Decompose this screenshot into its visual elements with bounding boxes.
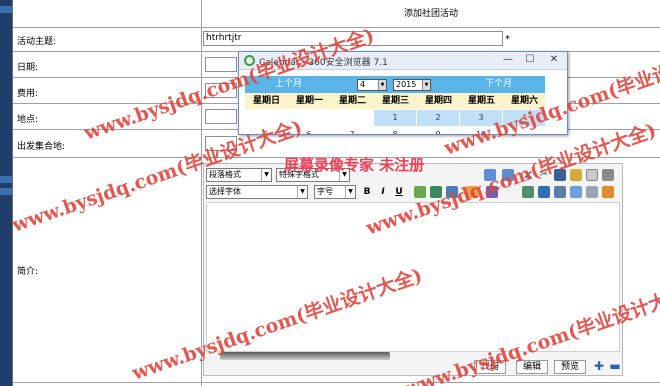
calendar-week-row: 5 6 7 8 9 10 — [245, 127, 545, 134]
cost-input[interactable] — [205, 83, 237, 98]
italic-button[interactable]: I — [376, 185, 390, 199]
about-icon[interactable] — [602, 186, 614, 198]
tab-edit[interactable]: 编辑 — [516, 360, 549, 374]
editor-toolbar-row-2: 选择字体 ▼ 字号 ▼ B I U — [204, 184, 624, 202]
weekday-label: 星期一 — [295, 96, 323, 106]
close-icon[interactable]: ✕ — [543, 53, 565, 67]
source-icon[interactable] — [586, 186, 598, 198]
anchor-icon[interactable] — [554, 186, 566, 198]
required-mark: * — [505, 34, 510, 45]
paragraph-format-select[interactable]: 段落格式 ▼ — [206, 168, 272, 182]
editor-content-area[interactable] — [206, 202, 620, 352]
calendar-day[interactable]: 2 — [417, 110, 459, 126]
weekday-header-row: 星期日 星期一 星期二 星期三 星期四 星期五 星期六 — [245, 93, 545, 109]
month-value: 4 — [360, 80, 366, 89]
copy-icon[interactable] — [570, 169, 582, 181]
chevron-down-icon: ▼ — [378, 80, 386, 90]
editor-resize-shadow — [220, 352, 390, 360]
calendar-day[interactable]: 7 — [331, 127, 373, 134]
cost-label: 费用: — [17, 89, 39, 99]
weekday-label: 星期五 — [467, 96, 495, 106]
subject-row: 活动主题: htrhrtjtr * — [13, 28, 660, 52]
font-size-select[interactable]: 字号 ▼ — [314, 185, 356, 199]
left-frame-marker — [0, 188, 12, 195]
table-icon[interactable] — [486, 186, 498, 198]
gather-input[interactable] — [205, 136, 237, 151]
month-select[interactable]: 4 ▼ — [357, 79, 387, 91]
calendar-day-empty — [288, 110, 330, 126]
cut-icon[interactable]: ✕ — [522, 169, 534, 181]
chevron-down-icon: ▼ — [261, 169, 271, 181]
calendar-day[interactable]: 5 — [245, 127, 287, 134]
calendar-day[interactable] — [503, 127, 545, 134]
chevron-down-icon: ▼ — [297, 186, 307, 198]
font-family-value: 选择字体 — [209, 187, 241, 196]
calendar-day[interactable]: 3 — [460, 110, 502, 126]
scissors-icon[interactable]: ✂ — [538, 169, 550, 181]
left-frame-marker — [0, 6, 12, 13]
chevron-down-icon: ▼ — [422, 80, 430, 90]
calendar-popup-window: Calendar - 360安全浏览器 7.1 — ☐ ✕ 上个月 4 ▼ 201… — [238, 51, 568, 135]
date-input[interactable] — [205, 57, 237, 72]
left-frame-marker — [0, 176, 12, 183]
location-label: 地点: — [17, 115, 39, 125]
print-icon[interactable] — [602, 169, 614, 181]
weekday-label: 星期六 — [510, 96, 538, 106]
next-month-button[interactable]: 下个月 — [485, 76, 512, 93]
undo-icon[interactable] — [484, 169, 496, 181]
calendar-title-bar[interactable]: Calendar - 360安全浏览器 7.1 — ☐ ✕ — [239, 52, 567, 70]
image-icon[interactable] — [430, 186, 442, 198]
weekday-label: 星期日 — [252, 96, 280, 106]
underline-button[interactable]: U — [392, 185, 406, 199]
tab-preview[interactable]: 预览 — [554, 360, 587, 374]
left-frame-strip — [0, 0, 12, 386]
weekday-label: 星期三 — [381, 96, 409, 106]
minimize-icon[interactable]: — — [497, 53, 519, 67]
paragraph-format-value: 段落格式 — [209, 170, 241, 179]
subject-label: 活动主题: — [17, 37, 57, 47]
subject-input[interactable]: htrhrtjtr — [203, 31, 503, 46]
title-row — [13, 0, 660, 28]
prev-month-button[interactable]: 上个月 — [275, 76, 302, 93]
expand-editor-icon[interactable]: ✚ — [592, 359, 606, 373]
intro-label: 简介: — [17, 267, 39, 277]
recorder-watermark: 屏幕录像专家 未注册 — [284, 156, 425, 174]
location-input[interactable] — [205, 109, 237, 124]
shrink-editor-icon[interactable]: ▬ — [608, 359, 622, 373]
weekday-label: 星期二 — [338, 96, 366, 106]
calendar-day[interactable]: 8 — [374, 127, 416, 134]
calendar-day-empty — [331, 110, 373, 126]
redo-icon[interactable] — [502, 169, 514, 181]
font-size-value: 字号 — [317, 187, 333, 196]
calendar-header: 上个月 4 ▼ 2015 ▼ 下个月 — [245, 76, 545, 93]
calendar-day[interactable]: 6 — [288, 127, 330, 134]
color-icon[interactable] — [414, 186, 426, 198]
maximize-icon[interactable]: ☐ — [519, 53, 541, 67]
media-icon[interactable] — [446, 186, 458, 198]
emoticon-icon[interactable] — [466, 186, 478, 198]
calendar-day[interactable]: 1 — [374, 110, 416, 126]
browser-icon — [244, 55, 255, 66]
calendar-day[interactable]: 9 — [417, 127, 459, 134]
calendar-day[interactable]: 10 — [460, 127, 502, 134]
paste-icon[interactable] — [586, 169, 598, 181]
gather-label: 出发集合地: — [17, 142, 66, 152]
flash-icon[interactable] — [522, 186, 534, 198]
calendar-week-row: 1 2 3 4 — [245, 110, 545, 126]
calendar-day-empty — [245, 110, 287, 126]
date-label: 日期: — [17, 63, 39, 73]
calendar-day[interactable]: 4 — [503, 110, 545, 126]
link-icon[interactable] — [538, 186, 550, 198]
year-value: 2015 — [396, 80, 417, 89]
calendar-window-title: Calendar - 360安全浏览器 7.1 — [259, 58, 388, 68]
fullscreen-icon[interactable] — [570, 186, 582, 198]
rich-text-editor: 段落格式 ▼ 特殊字格式 ▼ ✕ ✂ 选择字体 ▼ 字号 ▼ B I U 代码 编辑 预… — [203, 163, 623, 376]
font-family-select[interactable]: 选择字体 ▼ — [206, 185, 308, 199]
year-select[interactable]: 2015 ▼ — [393, 79, 431, 91]
find-icon[interactable] — [554, 169, 566, 181]
tab-code[interactable]: 代码 — [474, 360, 507, 374]
weekday-label: 星期四 — [424, 96, 452, 106]
chevron-down-icon: ▼ — [345, 186, 355, 198]
bold-button[interactable]: B — [360, 185, 374, 199]
